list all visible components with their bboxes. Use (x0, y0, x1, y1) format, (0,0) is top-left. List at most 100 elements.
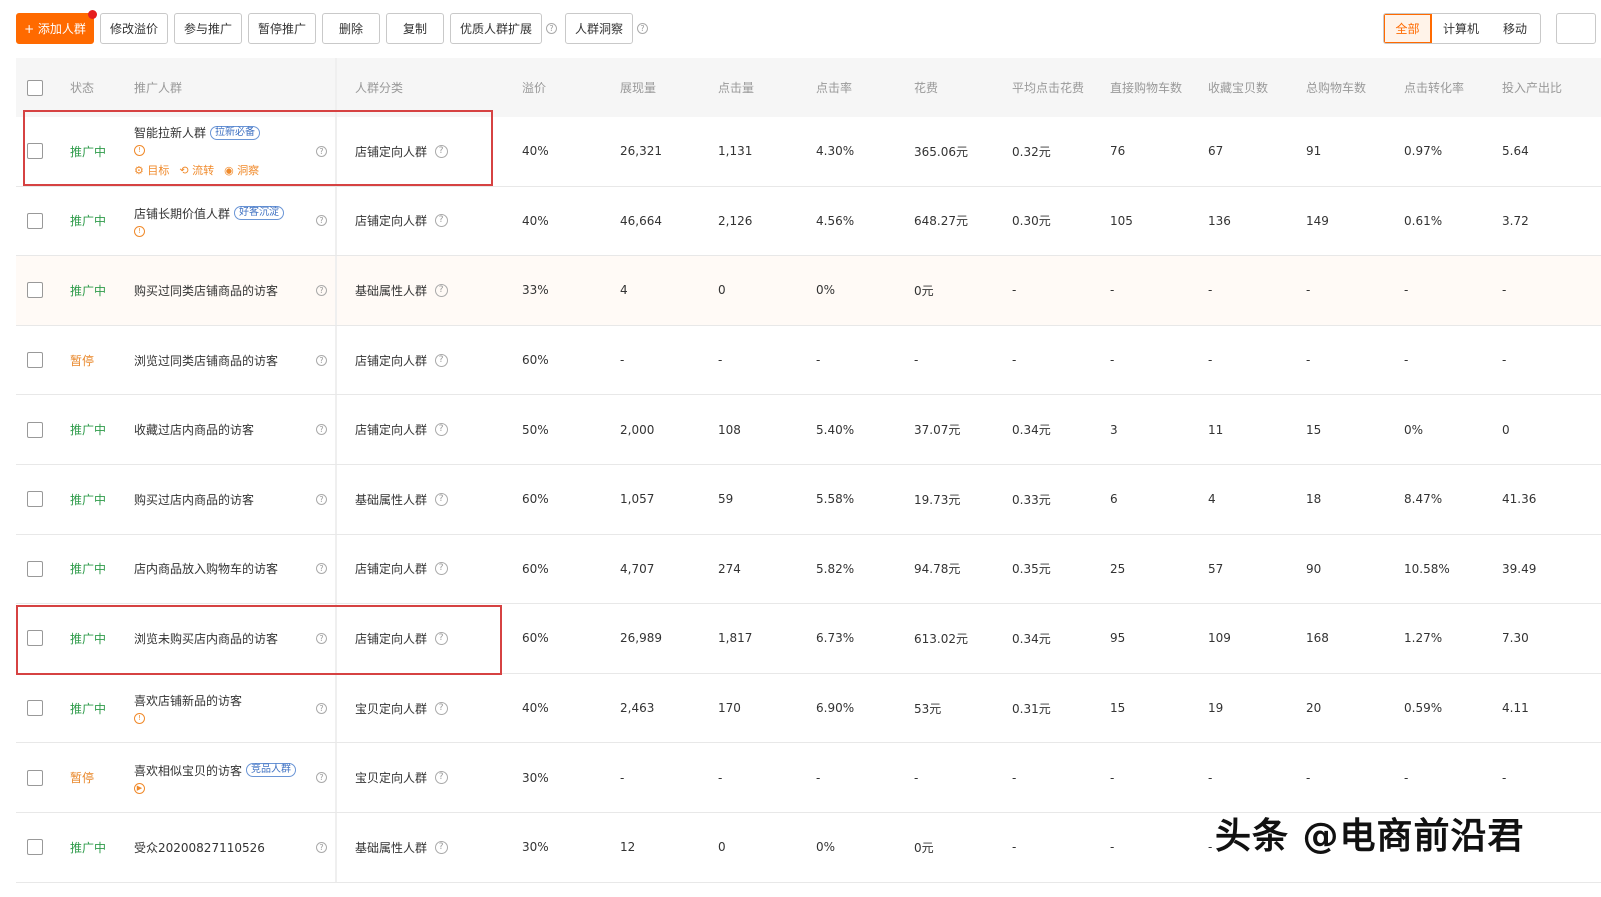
help-icon[interactable]: ? (316, 772, 327, 784)
cell-roi: 7.30 (1502, 631, 1529, 646)
row-checkbox[interactable] (27, 839, 43, 856)
col-cost[interactable]: 花费 (914, 58, 938, 117)
cell-clicks: 274 (718, 561, 741, 576)
cell-total-cart: 18 (1306, 492, 1322, 507)
help-icon[interactable]: ? (316, 284, 327, 296)
cell-roi: - (1502, 770, 1507, 785)
help-icon[interactable]: ? (434, 840, 448, 854)
cell-roi: 4.11 (1502, 701, 1529, 716)
col-impressions[interactable]: 展现量 (620, 58, 656, 117)
edit-premium-button[interactable]: 修改溢价 (100, 13, 168, 44)
col-cpc[interactable]: 平均点击花费 (1012, 58, 1084, 117)
col-audience[interactable]: 推广人群 (134, 58, 182, 117)
cell-premium[interactable]: 60% (522, 604, 549, 673)
help-icon[interactable]: ? (434, 701, 448, 715)
cell-fav: 136 (1208, 213, 1231, 228)
help-icon[interactable]: ? (434, 423, 448, 437)
add-audience-button[interactable]: + 添加人群 (16, 10, 97, 44)
col-favorites[interactable]: 收藏宝贝数 (1208, 58, 1268, 117)
help-icon[interactable]: ? (434, 771, 448, 785)
row-checkbox[interactable] (27, 352, 43, 369)
delete-button[interactable]: 删除 (322, 13, 380, 44)
status-text: 推广中 (70, 492, 107, 507)
join-promotion-button[interactable]: 参与推广 (174, 13, 242, 44)
cell-premium[interactable]: 30% (522, 813, 549, 882)
audience-name-cell: 喜欢相似宝贝的访客 竞品人群 ▶ (134, 743, 324, 812)
cell-direct-cart: 6 (1110, 492, 1118, 507)
filter-mobile[interactable]: 移动 (1490, 14, 1540, 43)
cell-premium[interactable]: 33% (522, 256, 549, 325)
audience-name-cell: 购买过店内商品的访客 (134, 465, 324, 534)
info-icon[interactable]: ! (134, 713, 145, 725)
help-icon[interactable]: ? (434, 562, 448, 576)
filter-all[interactable]: 全部 (1384, 14, 1432, 43)
cell-direct-cart: - (1110, 283, 1115, 298)
cell-premium[interactable]: 40% (522, 674, 549, 743)
col-total-cart[interactable]: 总购物车数 (1306, 58, 1366, 117)
help-icon[interactable]: ? (316, 841, 327, 853)
column-divider (335, 58, 337, 117)
cell-clicks: 0 (718, 840, 726, 855)
table-row: 推广中 喜欢店铺新品的访客!? 宝贝定向人群 ? 40% 2,463 170 6.90% 53… (16, 673, 1601, 744)
highlight-box (16, 605, 502, 675)
cell-fav: - (1208, 353, 1213, 368)
toolbar: + 添加人群 修改溢价 参与推广 暂停推广 删除 复制 优质人群扩展 ? 人群洞… (16, 10, 656, 44)
help-icon[interactable]: ? (637, 23, 648, 34)
cell-cpc: 0.30元 (1012, 214, 1051, 229)
help-icon[interactable]: ? (316, 354, 327, 366)
audience-category: 基础属性人群 (355, 492, 428, 507)
help-icon[interactable]: ? (316, 702, 327, 714)
cell-premium[interactable]: 40% (522, 187, 549, 256)
cell-total-cart: 90 (1306, 561, 1322, 576)
cell-cost: 53元 (914, 701, 942, 716)
play-icon[interactable]: ▶ (134, 782, 145, 794)
col-category[interactable]: 人群分类 (355, 58, 403, 117)
select-all-checkbox[interactable] (27, 79, 43, 96)
info-icon[interactable]: ! (134, 225, 145, 237)
help-icon[interactable]: ? (434, 492, 448, 506)
row-checkbox[interactable] (27, 491, 43, 508)
audience-tag: 好客沉淀 (234, 206, 285, 221)
cell-premium[interactable]: 60% (522, 326, 549, 395)
audience-insight-button[interactable]: 人群洞察 (565, 13, 633, 44)
help-icon[interactable]: ? (546, 23, 557, 34)
col-cvr[interactable]: 点击转化率 (1404, 58, 1464, 117)
help-icon[interactable]: ? (316, 493, 327, 505)
cell-premium[interactable]: 30% (522, 743, 549, 812)
cell-premium[interactable]: 60% (522, 465, 549, 534)
row-checkbox[interactable] (27, 212, 43, 229)
help-icon[interactable]: ? (316, 215, 327, 227)
quality-audience-expand-button[interactable]: 优质人群扩展 (450, 13, 542, 44)
filter-computer[interactable]: 计算机 (1432, 14, 1490, 43)
col-roi[interactable]: 投入产出比 (1502, 58, 1562, 117)
help-icon[interactable]: ? (434, 214, 448, 228)
cell-premium[interactable]: 50% (522, 395, 549, 464)
col-clicks[interactable]: 点击量 (718, 58, 754, 117)
pause-promotion-button[interactable]: 暂停推广 (248, 13, 316, 44)
help-icon[interactable]: ? (316, 424, 327, 436)
col-direct-cart[interactable]: 直接购物车数 (1110, 58, 1182, 117)
help-icon[interactable]: ? (434, 353, 448, 367)
help-icon[interactable]: ? (434, 283, 448, 297)
cell-total-cart: - (1306, 353, 1311, 368)
cell-total-cart: 168 (1306, 631, 1329, 646)
help-icon[interactable]: ? (316, 563, 327, 575)
cell-premium[interactable]: 60% (522, 535, 549, 604)
cell-direct-cart: - (1110, 353, 1115, 368)
row-checkbox[interactable] (27, 769, 43, 786)
more-button[interactable] (1556, 13, 1596, 44)
row-checkbox[interactable] (27, 421, 43, 438)
audience-name: 受众20200827110526 (134, 840, 265, 855)
cell-clicks: 108 (718, 422, 741, 437)
cell-premium[interactable]: 40% (522, 117, 549, 186)
row-checkbox[interactable] (27, 700, 43, 717)
col-status[interactable]: 状态 (70, 58, 94, 117)
col-premium[interactable]: 溢价 (522, 58, 546, 117)
row-checkbox[interactable] (27, 282, 43, 299)
audience-name-cell: 店铺长期价值人群 好客沉淀! (134, 187, 324, 256)
copy-button[interactable]: 复制 (386, 13, 444, 44)
col-ctr[interactable]: 点击率 (816, 58, 852, 117)
row-checkbox[interactable] (27, 560, 43, 577)
audience-category: 店铺定向人群 (355, 423, 428, 438)
cell-clicks: - (718, 353, 723, 368)
